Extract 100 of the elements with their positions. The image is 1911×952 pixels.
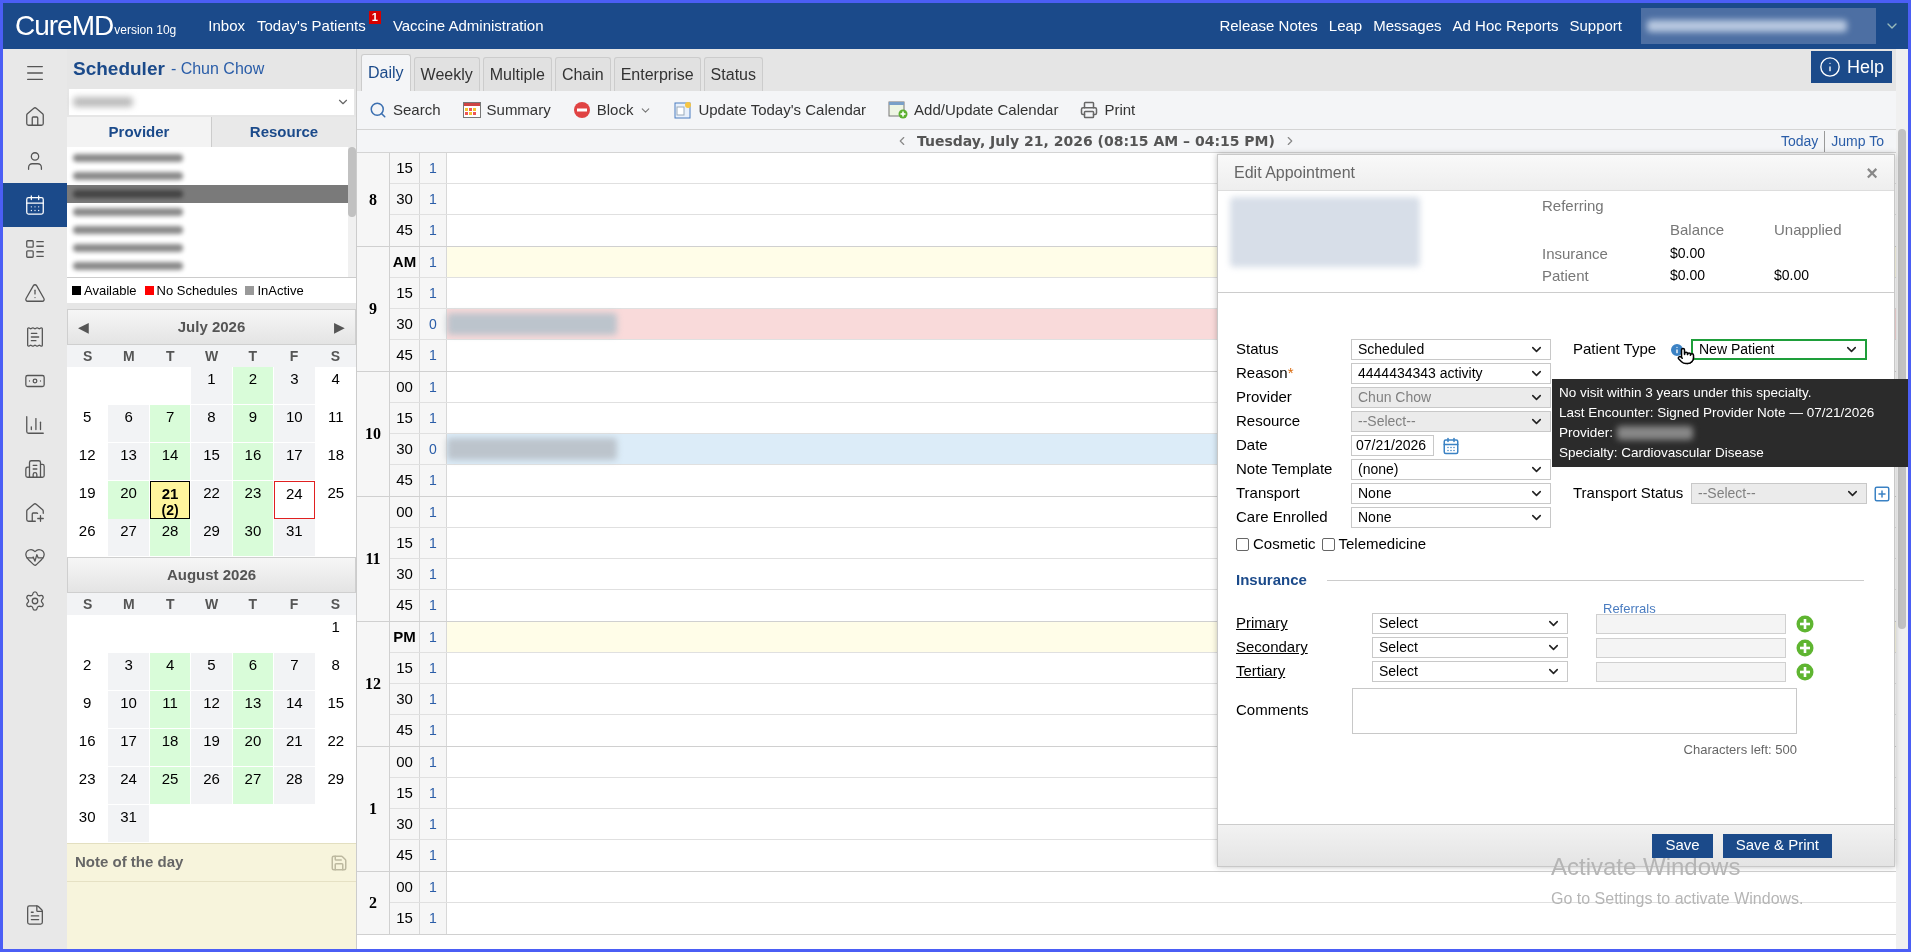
calendar-day[interactable]: 11: [149, 691, 191, 728]
calendar-day[interactable]: 4: [149, 653, 191, 690]
calendar-day[interactable]: 24: [108, 767, 149, 804]
view-tab[interactable]: Status: [703, 57, 763, 91]
calendar-day[interactable]: 28: [274, 767, 315, 804]
dropdown-field[interactable]: Select: [1372, 637, 1568, 658]
calendar-day[interactable]: 10: [274, 405, 315, 442]
calendar-day[interactable]: 25: [149, 767, 191, 804]
calendar-day[interactable]: 9: [232, 405, 274, 442]
checkbox[interactable]: [1236, 537, 1249, 551]
referral-field[interactable]: [1596, 637, 1786, 658]
previous-month-button[interactable]: ◀: [78, 316, 89, 338]
add-icon[interactable]: [1796, 638, 1814, 657]
calendar-day[interactable]: 27: [108, 519, 149, 556]
calendar-day[interactable]: 13: [232, 691, 274, 728]
nav-link[interactable]: Ad Hoc Reports: [1452, 14, 1559, 38]
calendar-icon[interactable]: [1442, 436, 1460, 455]
referral-field[interactable]: [1596, 661, 1786, 682]
nav-link[interactable]: Messages: [1373, 14, 1442, 38]
add-icon[interactable]: [1796, 614, 1814, 633]
panel-tab[interactable]: Provider: [67, 117, 211, 147]
date-link[interactable]: Today: [1774, 130, 1825, 152]
view-tab[interactable]: Weekly: [413, 57, 480, 91]
dropdown-field[interactable]: None: [1351, 483, 1551, 504]
dropdown-field[interactable]: Select: [1372, 613, 1568, 634]
rail-button[interactable]: [3, 183, 67, 227]
calendar-day[interactable]: 20: [108, 481, 149, 519]
calendar-day[interactable]: 10: [108, 691, 149, 728]
calendar-day[interactable]: 6: [232, 653, 274, 690]
calendar-day[interactable]: 18: [149, 729, 191, 766]
calendar-day[interactable]: 3: [274, 367, 315, 404]
calendar-day[interactable]: 3: [108, 653, 149, 690]
nav-link[interactable]: Release Notes: [1219, 14, 1318, 38]
dropdown-field[interactable]: Select: [1372, 661, 1568, 682]
toolbar-button[interactable]: Update Today's Calendar: [674, 98, 867, 122]
logo[interactable]: CureMDversion 10g: [15, 11, 177, 41]
calendar-day[interactable]: 30: [232, 519, 274, 556]
calendar-day[interactable]: 12: [191, 691, 232, 728]
dropdown-field[interactable]: New Patient: [1691, 339, 1867, 360]
calendar-day[interactable]: 7: [274, 653, 315, 690]
calendar-day[interactable]: 22: [191, 481, 232, 519]
dropdown-field[interactable]: (none): [1351, 459, 1551, 480]
nav-link[interactable]: Today's Patients: [257, 14, 366, 38]
insurance-link[interactable]: Tertiary: [1236, 660, 1372, 683]
calendar-day[interactable]: 21: [274, 729, 315, 766]
view-tab[interactable]: Multiple: [482, 57, 552, 91]
calendar-day[interactable]: 17: [108, 729, 149, 766]
add-icon[interactable]: [1796, 662, 1814, 681]
calendar-day[interactable]: 6: [108, 405, 149, 442]
checkbox[interactable]: [1321, 537, 1335, 551]
dropdown-field[interactable]: None: [1351, 507, 1551, 528]
calendar-day[interactable]: 8: [191, 405, 232, 442]
scrollbar-thumb[interactable]: [348, 147, 356, 217]
calendar-day[interactable]: 24: [274, 481, 315, 519]
calendar-day[interactable]: 13: [108, 443, 149, 480]
calendar-day[interactable]: 31: [108, 805, 149, 842]
calendar-day[interactable]: 5: [191, 653, 232, 690]
info-icon[interactable]: [1669, 341, 1685, 358]
add-icon[interactable]: [1873, 484, 1891, 503]
view-tab[interactable]: Enterprise: [613, 57, 701, 91]
calendar-day[interactable]: 14: [274, 691, 315, 728]
help-button[interactable]: Help: [1810, 51, 1892, 83]
insurance-link[interactable]: Secondary: [1236, 636, 1372, 659]
view-tab[interactable]: Daily: [361, 54, 411, 91]
nav-link[interactable]: Inbox: [208, 14, 245, 38]
scrollbar-thumb[interactable]: [1898, 129, 1906, 629]
next-month-button[interactable]: ▶: [334, 316, 345, 338]
insurance-link[interactable]: Primary: [1236, 612, 1372, 635]
dialog-button[interactable]: Save: [1652, 833, 1713, 858]
nav-link[interactable]: Support: [1569, 14, 1622, 38]
date-field[interactable]: 07/21/2026: [1351, 435, 1434, 456]
calendar-day[interactable]: 23: [232, 481, 274, 519]
comments-field[interactable]: [1352, 687, 1797, 734]
calendar-day[interactable]: 31: [274, 519, 315, 556]
calendar-day[interactable]: 29: [191, 519, 232, 556]
nav-link[interactable]: Leap: [1328, 14, 1363, 38]
calendar-day[interactable]: 21 (2): [149, 481, 191, 519]
calendar-day[interactable]: 1: [191, 367, 232, 404]
nav-link[interactable]: Vaccine Administration: [392, 14, 544, 38]
calendar-day[interactable]: 7: [149, 405, 191, 442]
calendar-day[interactable]: 26: [191, 767, 232, 804]
calendar-day[interactable]: 19: [191, 729, 232, 766]
calendar-day[interactable]: 27: [232, 767, 274, 804]
toolbar-button[interactable]: Summary: [462, 98, 551, 122]
calendar-day[interactable]: 17: [274, 443, 315, 480]
referral-field[interactable]: [1596, 613, 1786, 634]
dialog-button[interactable]: Save & Print: [1722, 833, 1832, 858]
date-link[interactable]: Jump To: [1824, 130, 1890, 152]
toolbar-button[interactable]: Block: [572, 98, 653, 122]
toolbar-button[interactable]: Print: [1080, 98, 1136, 122]
calendar-day[interactable]: 16: [232, 443, 274, 480]
save-icon[interactable]: [330, 853, 348, 872]
dropdown-field[interactable]: 4444434343 activity: [1351, 363, 1551, 384]
toolbar-button[interactable]: Add/Update Calendar: [888, 98, 1059, 122]
calendar-day[interactable]: 2: [232, 367, 274, 404]
calendar-day[interactable]: 20: [232, 729, 274, 766]
calendar-day[interactable]: 15: [191, 443, 232, 480]
calendar-day[interactable]: 14: [149, 443, 191, 480]
user-menu[interactable]: [1641, 8, 1876, 44]
calendar-day[interactable]: 28: [149, 519, 191, 556]
